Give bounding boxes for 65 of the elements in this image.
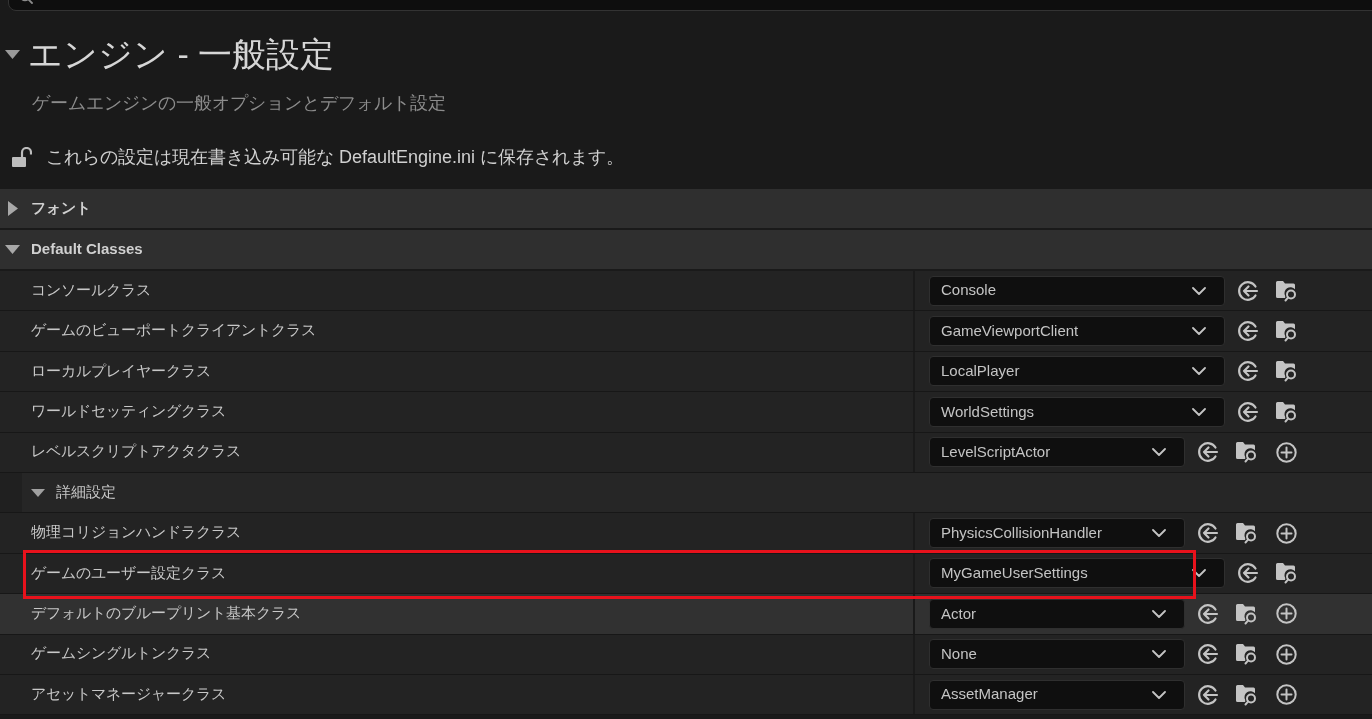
- category-title: Default Classes: [31, 239, 143, 260]
- chevron-down-icon: [1152, 690, 1166, 699]
- folder-search-icon[interactable]: [1275, 399, 1299, 424]
- plus-circle-icon[interactable]: [1276, 522, 1297, 544]
- chevron-down-icon: [1192, 367, 1206, 376]
- property-label: レベルスクリプトアクタクラス: [31, 442, 241, 462]
- arrow-left-circle-icon[interactable]: [1237, 400, 1259, 423]
- arrow-left-circle-icon[interactable]: [1197, 683, 1219, 706]
- arrow-left-circle-icon[interactable]: [1237, 562, 1259, 585]
- folder-search-icon[interactable]: [1275, 561, 1299, 586]
- class-dropdown[interactable]: LocalPlayer: [929, 356, 1225, 387]
- property-label: アセットマネージャークラス: [31, 684, 226, 704]
- plus-circle-icon[interactable]: [1276, 603, 1297, 625]
- property-label: ワールドセッティングクラス: [31, 402, 226, 421]
- subgroup-title: 詳細設定: [56, 482, 116, 503]
- page-title: エンジン - 一般設定: [28, 34, 335, 74]
- arrow-left-circle-icon[interactable]: [1197, 441, 1219, 464]
- arrow-left-circle-icon[interactable]: [1237, 320, 1259, 343]
- chevron-down-icon: [1192, 286, 1206, 295]
- property-label: コンソールクラス: [31, 280, 151, 300]
- class-dropdown[interactable]: Console: [929, 275, 1225, 306]
- class-dropdown[interactable]: WorldSettings: [929, 396, 1225, 427]
- property-label: デフォルトのブループリント基本クラス: [31, 603, 301, 623]
- folder-search-icon[interactable]: [1235, 642, 1259, 667]
- save-location-notice: これらの設定は現在書き込み可能な DefaultEngine.ini に保存されます。: [46, 146, 625, 169]
- class-dropdown[interactable]: AssetManager: [929, 679, 1185, 710]
- arrow-left-circle-icon[interactable]: [1197, 522, 1219, 545]
- class-dropdown[interactable]: None: [929, 639, 1185, 670]
- chevron-down-icon: [1152, 529, 1166, 538]
- class-dropdown[interactable]: PhysicsCollisionHandler: [929, 518, 1185, 549]
- arrow-left-circle-icon[interactable]: [1197, 643, 1219, 666]
- folder-search-icon[interactable]: [1235, 682, 1259, 707]
- caret-down-icon[interactable]: [5, 49, 20, 59]
- property-label: 物理コリジョンハンドラクラス: [31, 523, 241, 543]
- chevron-down-icon: [1192, 407, 1206, 416]
- chevron-down-icon: [1152, 650, 1166, 659]
- folder-search-icon[interactable]: [1275, 359, 1299, 384]
- class-dropdown[interactable]: Actor: [929, 598, 1185, 629]
- category-title: フォント: [31, 198, 91, 219]
- subgroup-header[interactable]: 詳細設定: [22, 472, 1372, 513]
- category-header[interactable]: Default Classes: [0, 230, 1372, 269]
- chevron-down-icon: [1152, 448, 1166, 457]
- plus-circle-icon[interactable]: [1276, 441, 1297, 463]
- chevron-down-icon: [1192, 569, 1206, 578]
- plus-circle-icon[interactable]: [1276, 643, 1297, 665]
- property-label: ゲームのビューポートクライアントクラス: [31, 321, 316, 341]
- folder-search-icon[interactable]: [1235, 440, 1259, 465]
- arrow-left-circle-icon[interactable]: [1237, 360, 1259, 383]
- chevron-down-icon: [1152, 609, 1166, 618]
- folder-search-icon[interactable]: [1235, 601, 1259, 626]
- class-dropdown[interactable]: MyGameUserSettings: [929, 558, 1225, 589]
- class-dropdown[interactable]: GameViewportClient: [929, 316, 1225, 347]
- chevron-down-icon: [1192, 327, 1206, 336]
- folder-search-icon[interactable]: [1275, 319, 1299, 344]
- category-header[interactable]: フォント: [0, 189, 1372, 228]
- property-label: ローカルプレイヤークラス: [31, 361, 211, 381]
- folder-search-icon[interactable]: [1235, 521, 1259, 546]
- property-label: ゲームシングルトンクラス: [31, 644, 211, 664]
- arrow-left-circle-icon[interactable]: [1237, 279, 1259, 302]
- class-dropdown[interactable]: LevelScriptActor: [929, 437, 1185, 468]
- page-description: ゲームエンジンの一般オプションとデフォルト設定: [32, 92, 446, 115]
- plus-circle-icon[interactable]: [1276, 684, 1297, 706]
- property-label: ゲームのユーザー設定クラス: [31, 563, 226, 583]
- folder-search-icon[interactable]: [1275, 278, 1299, 303]
- arrow-left-circle-icon[interactable]: [1197, 602, 1219, 625]
